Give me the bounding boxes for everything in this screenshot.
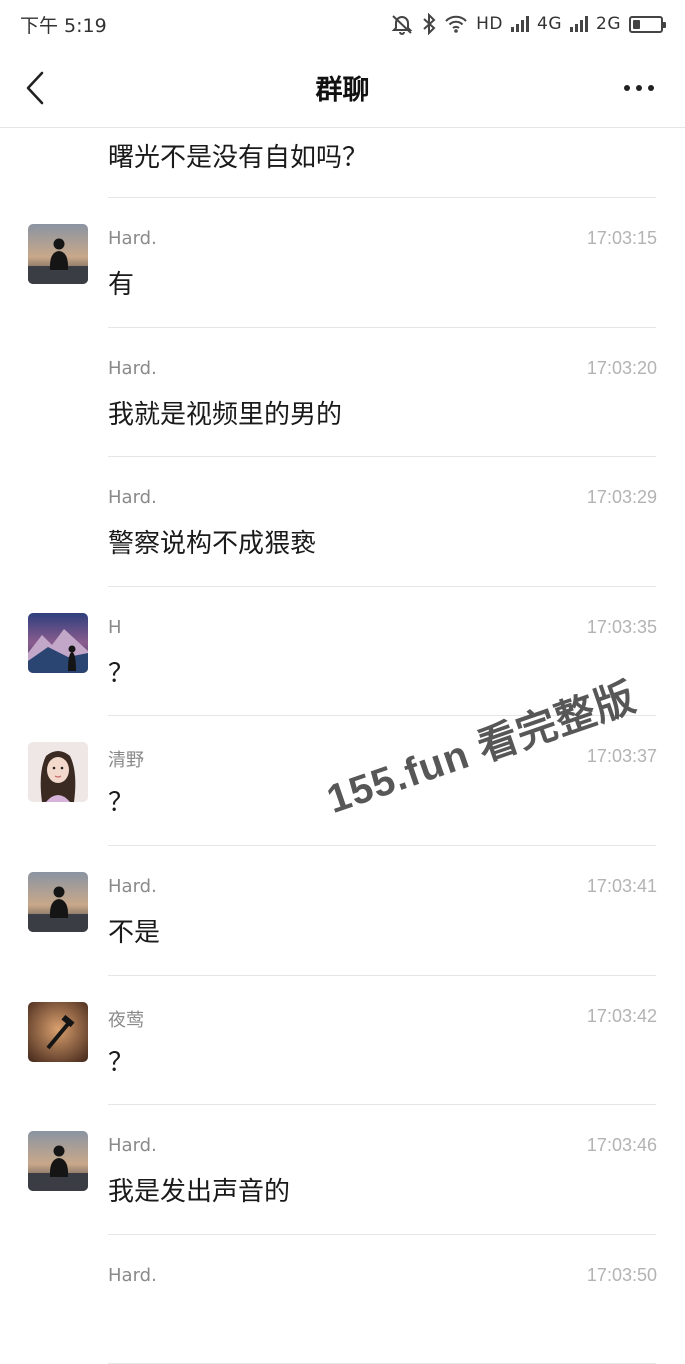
sender-name: Hard. xyxy=(108,875,157,897)
message-item[interactable]: Hard. 17:03:50 xyxy=(0,1235,685,1364)
message-time: 17:03:37 xyxy=(586,746,657,767)
net-label-1: 4G xyxy=(537,14,562,34)
nav-bar: 群聊 xyxy=(0,48,685,128)
net-label-2: 2G xyxy=(596,14,621,34)
message-time: 17:03:50 xyxy=(586,1264,657,1285)
status-indicators: HD 4G 2G xyxy=(390,13,666,35)
message-partial: 曙光不是没有自如吗？ xyxy=(0,129,685,198)
bell-off-icon xyxy=(391,15,413,35)
message-time: 17:03:15 xyxy=(586,228,657,248)
message-time: 17:03:41 xyxy=(586,875,657,896)
back-button[interactable] xyxy=(20,70,50,106)
message-text: 我就是视频里的男的 xyxy=(108,399,343,430)
wifi-icon xyxy=(445,15,467,33)
message-time: 17:03:46 xyxy=(586,1135,657,1156)
sender-name: Hard. xyxy=(108,487,157,509)
message-text: ？ xyxy=(108,788,135,819)
avatar[interactable] xyxy=(28,742,88,803)
sender-name: Hard. xyxy=(108,1135,157,1157)
more-dots-icon xyxy=(624,85,630,91)
message-time: 17:03:35 xyxy=(586,616,657,637)
page-title: 群聊 xyxy=(315,75,370,106)
avatar[interactable] xyxy=(28,612,88,673)
avatar[interactable] xyxy=(28,1001,88,1062)
chevron-left-icon xyxy=(26,71,44,105)
message-text: 有 xyxy=(108,270,135,300)
message-text: 不是 xyxy=(108,917,161,948)
message-text: ？ xyxy=(108,1047,135,1078)
sender-name: Hard. xyxy=(108,1264,157,1286)
status-time: 下午 5:19 xyxy=(20,14,107,37)
message-item[interactable]: Hard. 17:03:41 不是 xyxy=(0,846,685,976)
hd-label: HD xyxy=(476,14,503,34)
message-time: 17:03:20 xyxy=(586,357,657,378)
message-text: ？ xyxy=(108,658,135,689)
message-time: 17:03:29 xyxy=(586,487,657,508)
avatar[interactable] xyxy=(28,871,88,932)
signal-icon-1 xyxy=(511,16,529,32)
more-button[interactable] xyxy=(619,74,659,102)
avatar[interactable] xyxy=(28,1131,88,1192)
status-bar: 下午 5:19 HD 4G 2G xyxy=(0,0,685,48)
message-text: 我是发出声音的 xyxy=(108,1177,291,1208)
sender-name: Hard. xyxy=(108,228,157,249)
message-item[interactable]: Hard. 17:03:15 有 xyxy=(0,198,685,328)
message-text: 曙光不是没有自如吗？ xyxy=(108,143,369,173)
signal-icon-2 xyxy=(570,16,588,32)
sender-name: 清野 xyxy=(108,750,144,772)
message-item[interactable]: Hard. 17:03:20 我就是视频里的男的 xyxy=(0,328,685,458)
battery-icon xyxy=(629,15,666,33)
avatar[interactable] xyxy=(28,224,88,284)
message-text: 警察说构不成猥亵 xyxy=(108,529,317,560)
message-item[interactable]: Hard. 17:03:46 我是发出声音的 xyxy=(0,1105,685,1235)
message-item[interactable]: Hard. 17:03:29 警察说构不成猥亵 xyxy=(0,457,685,587)
message-list[interactable]: 曙光不是没有自如吗？ Hard. 17:03:15 有 Hard. 17:03:20 我就… xyxy=(0,129,685,1364)
sender-name: H xyxy=(108,616,122,638)
message-time: 17:03:42 xyxy=(586,1005,657,1026)
message-item[interactable]: 夜莺 17:03:42 ？ xyxy=(0,976,685,1106)
bluetooth-icon xyxy=(423,13,436,35)
sender-name: 夜莺 xyxy=(108,1009,144,1031)
sender-name: Hard. xyxy=(108,357,157,379)
